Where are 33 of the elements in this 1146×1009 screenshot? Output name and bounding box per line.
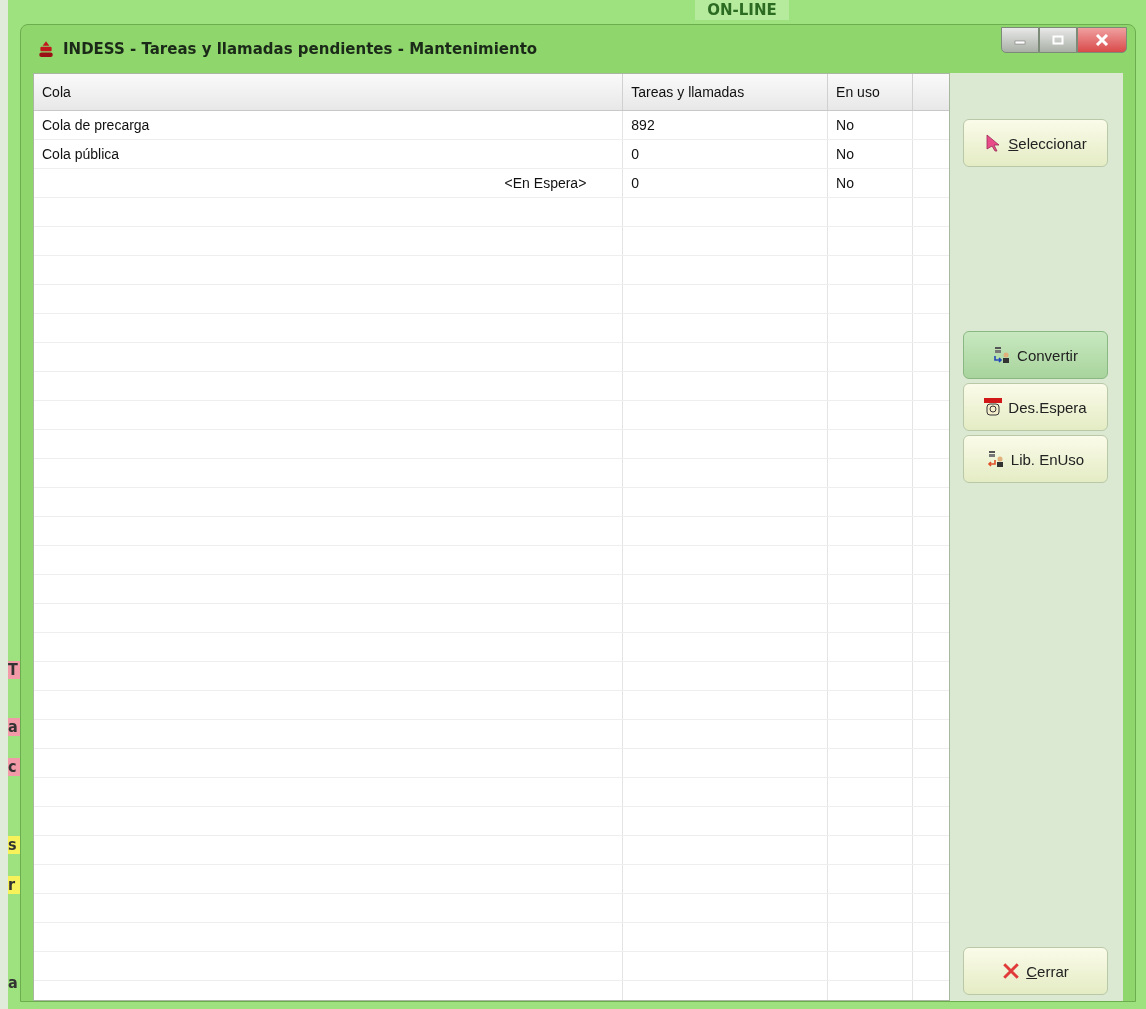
column-header[interactable]: Tareas y llamadas <box>623 74 829 110</box>
unwait-button[interactable]: Des.Espera <box>963 383 1108 431</box>
release-button[interactable]: Lib. EnUso <box>963 435 1108 483</box>
minimize-button[interactable] <box>1001 27 1039 53</box>
column-header[interactable]: En uso <box>828 74 914 110</box>
edge-text: c <box>8 758 20 776</box>
maximize-icon <box>1052 35 1064 45</box>
column-header[interactable]: Cola <box>34 74 624 110</box>
table-cell: No <box>836 146 854 162</box>
edge-text: s <box>8 836 20 854</box>
close-window-button[interactable] <box>1077 27 1127 53</box>
edge-text: a <box>8 718 20 736</box>
convert-button[interactable]: Convertir <box>963 331 1108 379</box>
table-cell: No <box>836 175 854 191</box>
table-cell: Cola pública <box>42 146 120 162</box>
people-icon <box>993 346 1012 364</box>
close-icon <box>1095 34 1109 46</box>
close-icon <box>1002 962 1021 980</box>
close-button[interactable]: Cerrar <box>963 947 1108 995</box>
table-cell: 0 <box>631 146 640 162</box>
edge-text: r <box>8 876 20 894</box>
app-icon <box>37 40 55 58</box>
table-cell: 0 <box>631 175 640 191</box>
edge-text: T <box>8 661 20 679</box>
select-button[interactable]: Seleccionar <box>963 119 1108 167</box>
table-cell: No <box>836 117 854 133</box>
status-label: ON-LINE <box>695 0 789 20</box>
table-cell: <En Espera> <box>504 175 587 191</box>
people-icon <box>986 450 1005 468</box>
window-title: INDESS - Tareas y llamadas pendientes - Mantenimiento <box>63 40 539 58</box>
table-cell: 892 <box>631 117 655 133</box>
table-cell: Cola de precarga <box>42 117 150 133</box>
maximize-button[interactable] <box>1039 27 1077 53</box>
